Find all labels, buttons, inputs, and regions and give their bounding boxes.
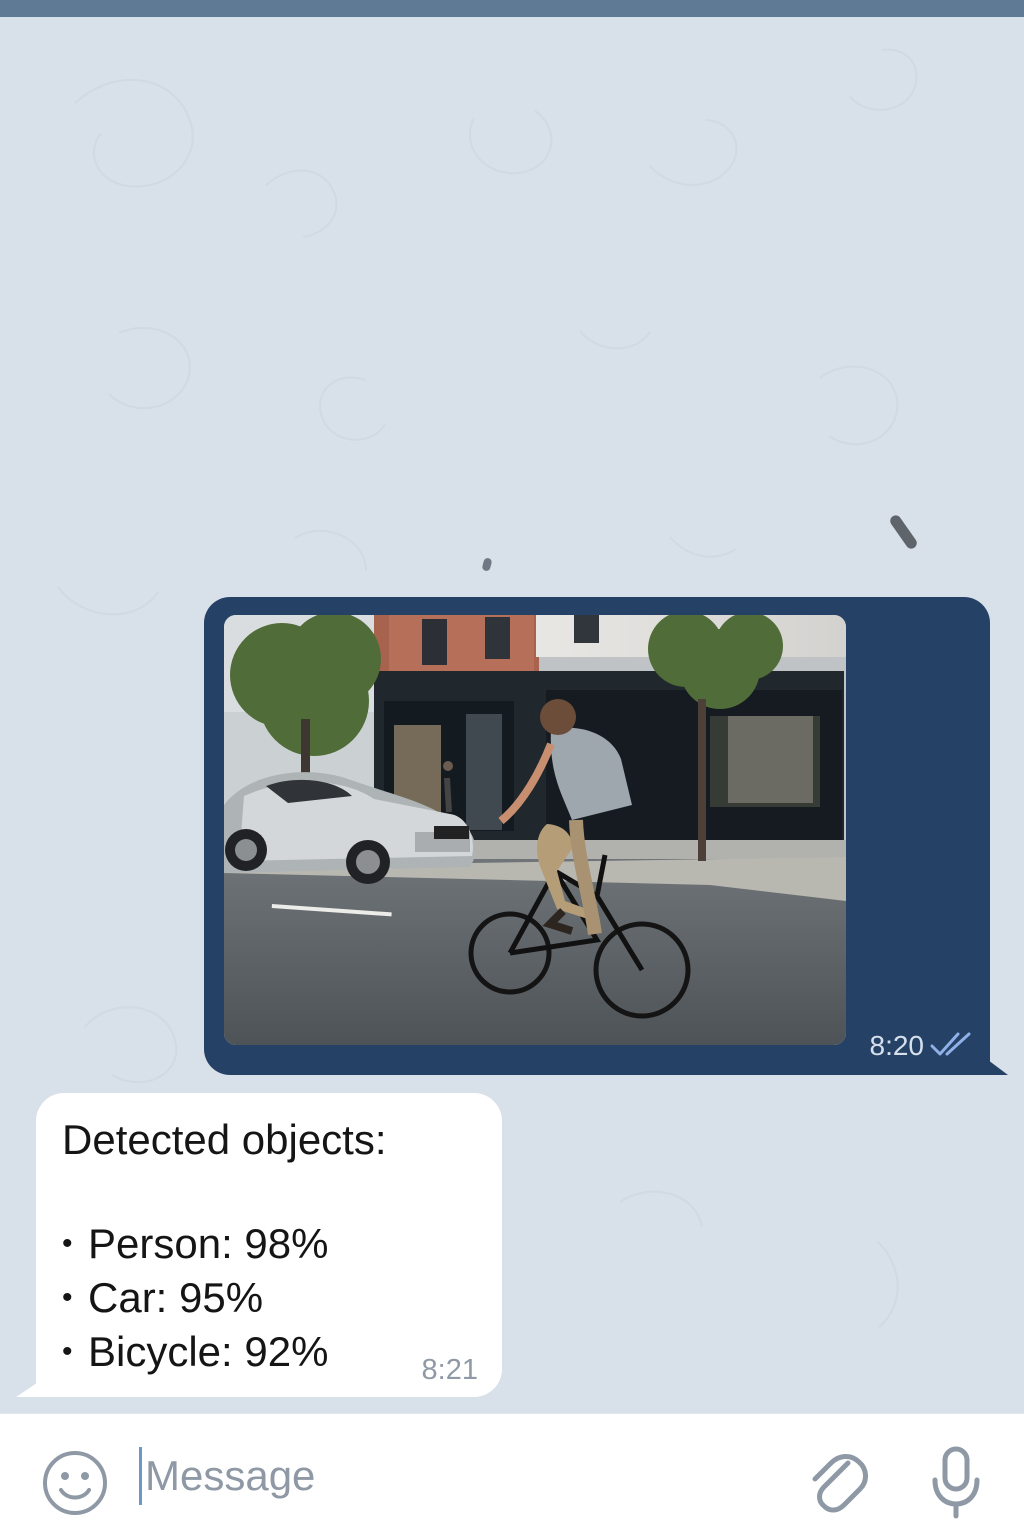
detected-object-item: • Person: 98% <box>62 1217 328 1271</box>
emoji-button[interactable] <box>40 1448 110 1518</box>
incoming-timestamp: 8:21 <box>421 1354 478 1386</box>
street-photo[interactable] <box>224 615 846 1045</box>
detected-object-item: • Bicycle: 92% <box>62 1325 328 1379</box>
photo-icon <box>224 615 846 1045</box>
bullet-icon: • <box>62 1281 73 1314</box>
attach-button[interactable] <box>804 1446 868 1516</box>
text-cursor <box>139 1447 142 1505</box>
paperclip-icon <box>812 1454 868 1513</box>
double-check-icon <box>930 1032 971 1056</box>
smiley-icon <box>43 1451 107 1515</box>
microphone-icon <box>932 1446 980 1519</box>
detected-object-label: Car: 95% <box>88 1274 264 1321</box>
outgoing-photo-message[interactable]: 8:20 <box>204 597 990 1075</box>
top-strip <box>0 0 1024 17</box>
detected-objects-title: Detected objects: <box>62 1116 387 1163</box>
chat-area[interactable]: 8:20 Detected objects: • Person: 98% • C… <box>0 17 1024 1413</box>
incoming-message[interactable]: Detected objects: • Person: 98% • Car: 9… <box>36 1093 502 1397</box>
message-composer <box>0 1413 1024 1537</box>
bullet-icon: • <box>62 1227 73 1260</box>
outgoing-timestamp: 8:20 <box>869 1030 925 1061</box>
detected-object-label: Person: 98% <box>88 1220 329 1267</box>
detected-object-item: • Car: 95% <box>62 1271 328 1325</box>
message-input[interactable] <box>145 1439 755 1513</box>
detected-objects-list: • Person: 98% • Car: 95% • Bicycle: 92% <box>62 1217 328 1379</box>
microphone-button[interactable] <box>925 1443 987 1521</box>
detected-object-label: Bicycle: 92% <box>88 1328 329 1375</box>
bullet-icon: • <box>62 1335 73 1368</box>
